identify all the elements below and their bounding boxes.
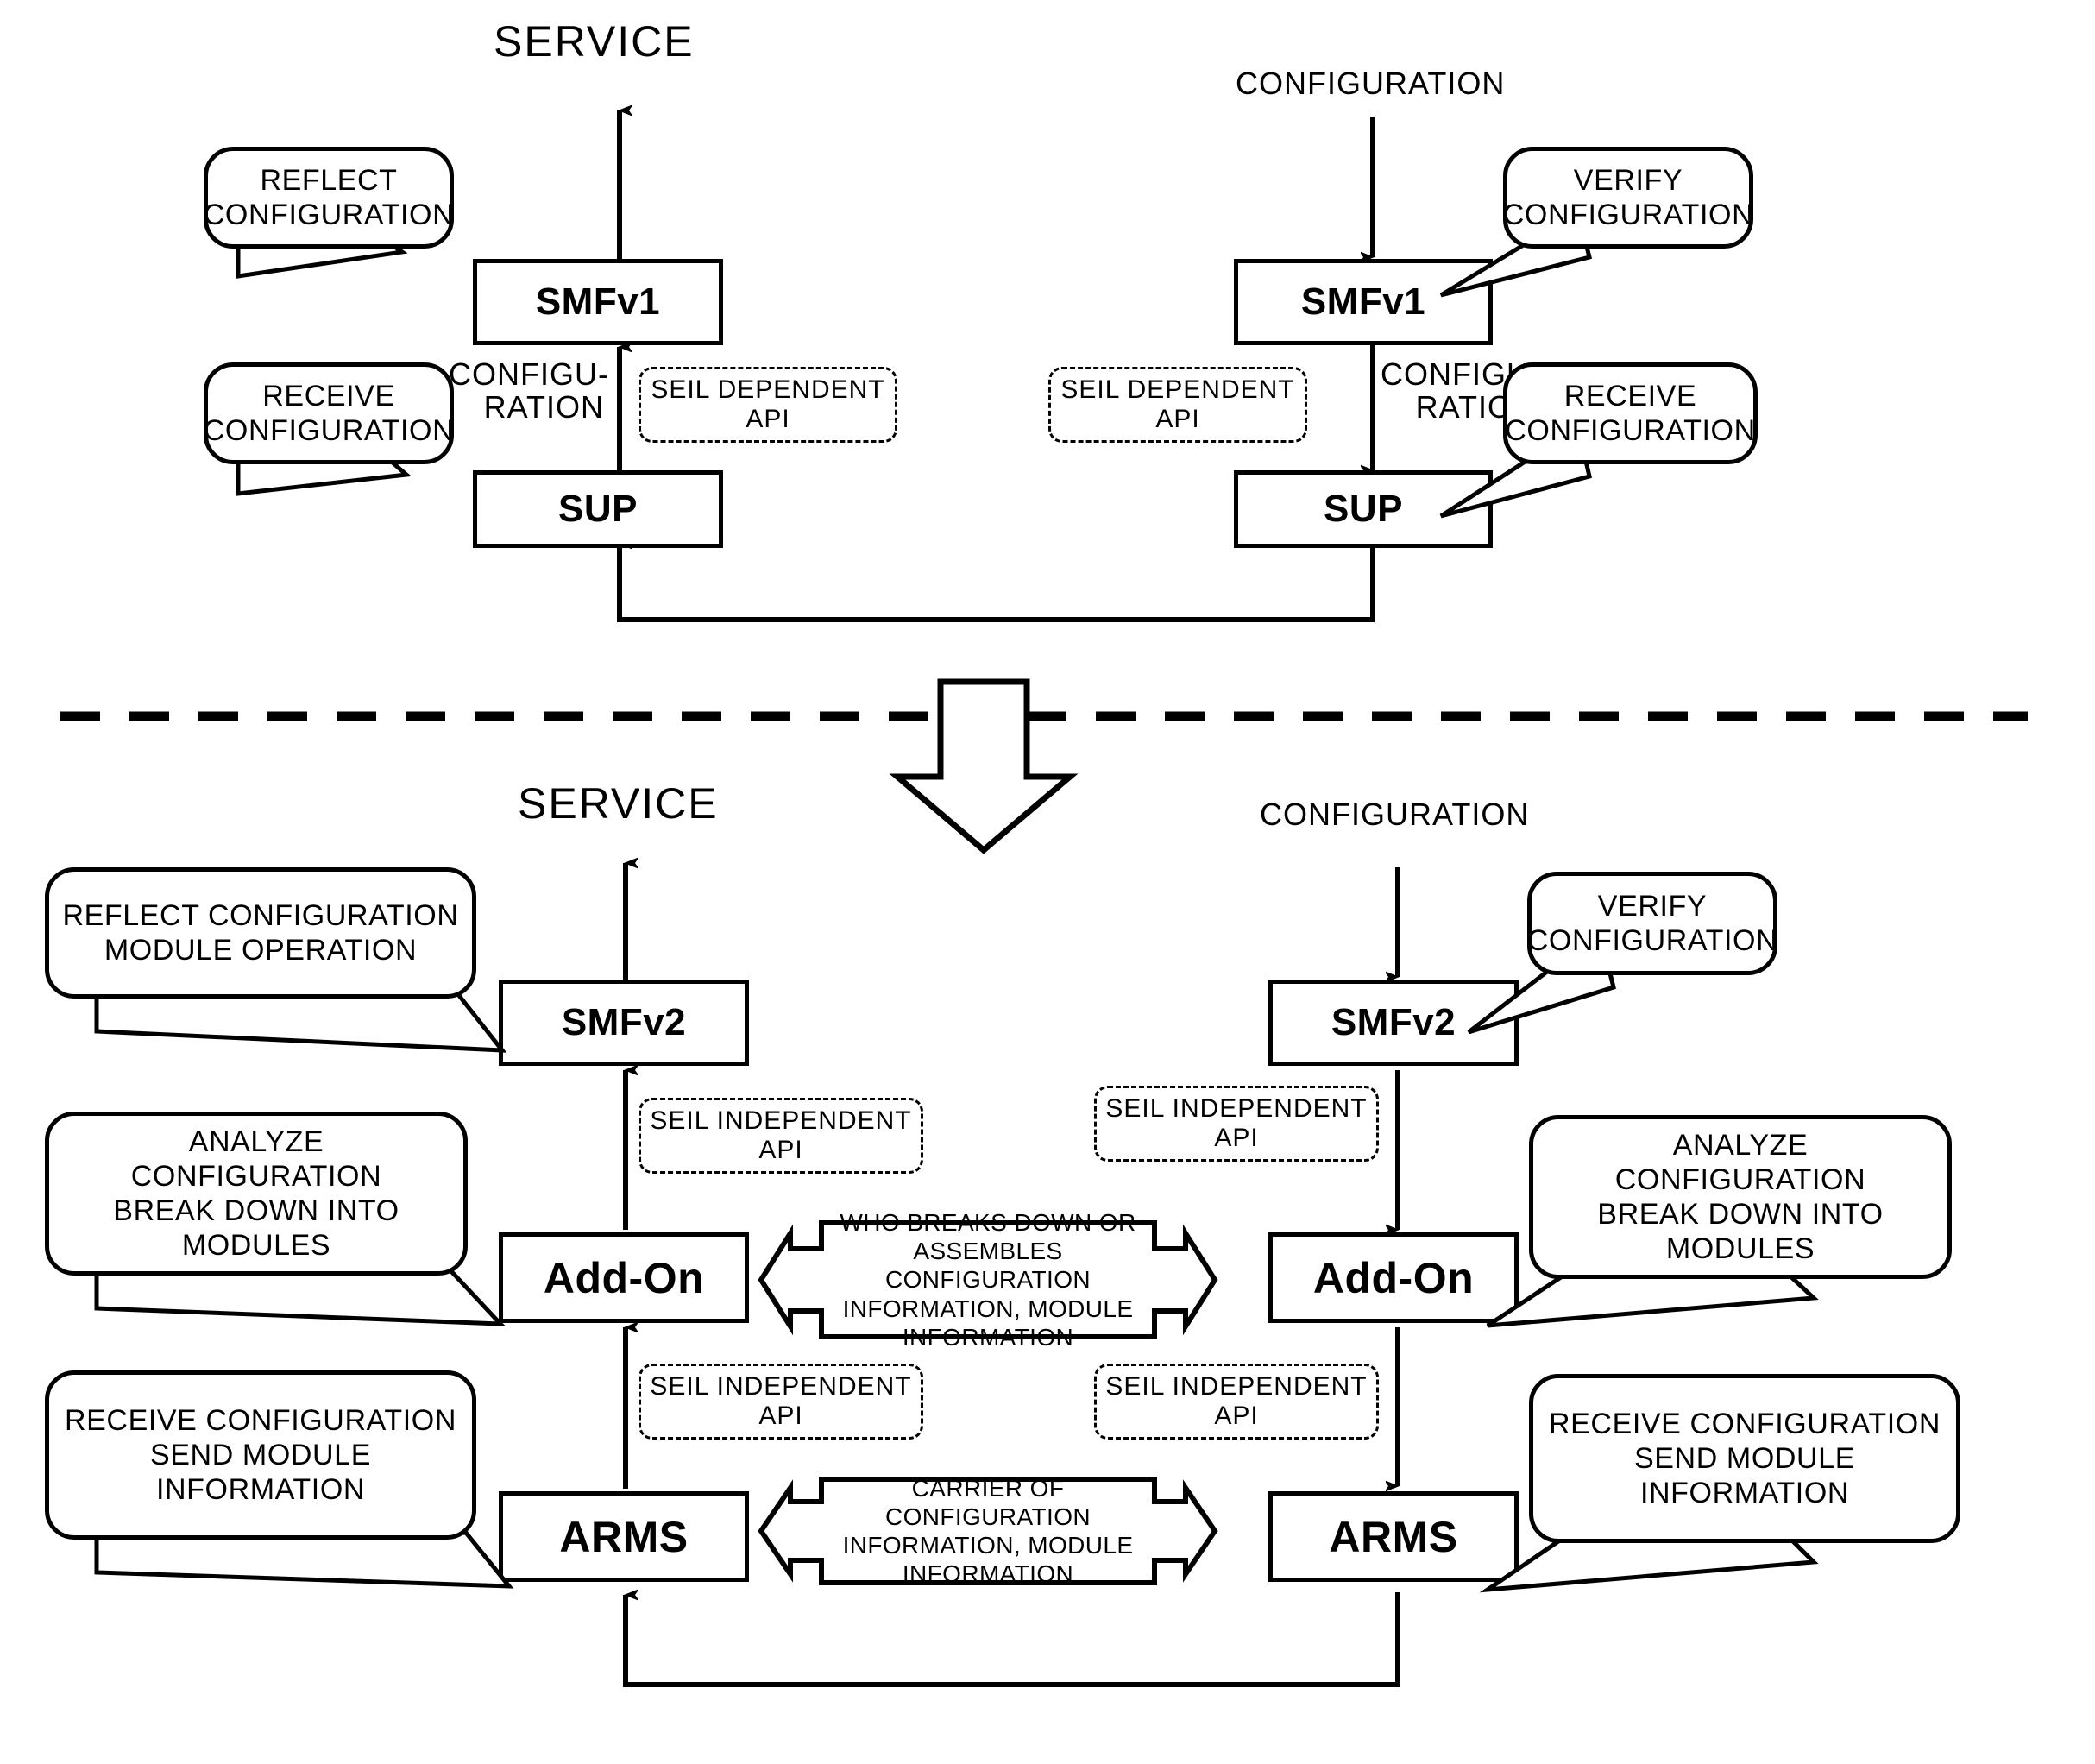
center-link-upper-text: WHO BREAKS DOWN OR ASSEMBLES CONFIGURATI…	[840, 1209, 1136, 1351]
callout-text: RECEIVE CONFIGURATION	[203, 379, 455, 447]
callout-receive-configuration-send-module-right: RECEIVE CONFIGURATION SEND MODULE INFORM…	[1479, 1374, 1960, 1593]
center-link-lower-text: CARRIER OF CONFIGURATION INFORMATION, MO…	[842, 1474, 1134, 1588]
box-smfv1-right[interactable]: SMFv1	[1234, 259, 1493, 345]
callout-text: ANALYZE CONFIGURATION BREAK DOWN INTO MO…	[1597, 1128, 1884, 1266]
box-smfv1-right-label: SMFv1	[1300, 280, 1426, 323]
box-sup-left-label: SUP	[558, 488, 638, 530]
callout-bubble: REFLECT CONFIGURATION MODULE OPERATION	[45, 867, 476, 999]
api-box-label: SEIL INDEPENDENT API	[1105, 1093, 1368, 1153]
callout-bubble: RECEIVE CONFIGURATION SEND MODULE INFORM…	[1529, 1374, 1960, 1543]
callout-reflect-configuration-module-operation: REFLECT CONFIGURATION MODULE OPERATION	[45, 867, 507, 1053]
callout-analyze-configuration-left: ANALYZE CONFIGURATION BREAK DOWN INTO MO…	[45, 1112, 506, 1326]
callout-bubble: RECEIVE CONFIGURATION SEND MODULE INFORM…	[45, 1370, 476, 1540]
configuration-label-top: CONFIGURATION	[1236, 66, 1506, 101]
box-addon-right-label: Add-On	[1312, 1253, 1475, 1302]
api-box-label: SEIL INDEPENDENT API	[650, 1371, 912, 1431]
box-arms-left-label: ARMS	[559, 1512, 689, 1561]
box-sup-left[interactable]: SUP	[473, 470, 723, 548]
api-box-label: SEIL INDEPENDENT API	[1105, 1371, 1368, 1431]
callout-text: RECEIVE CONFIGURATION SEND MODULE INFORM…	[1548, 1407, 1941, 1510]
center-link-lower: CARRIER OF CONFIGURATION INFORMATION, MO…	[758, 1474, 1218, 1588]
api-box-seil-independent-right-lower: SEIL INDEPENDENT API	[1094, 1364, 1379, 1440]
box-addon-right[interactable]: Add-On	[1268, 1232, 1519, 1323]
diagram-canvas: SERVICE CONFIGURATION CONFIGU- RATION CO…	[0, 0, 2095, 1764]
box-sup-right-label: SUP	[1324, 488, 1403, 530]
box-smfv1-left-label: SMFv1	[535, 280, 661, 323]
box-smfv2-right-label: SMFv2	[1331, 1001, 1456, 1043]
callout-bubble: VERIFY CONFIGURATION	[1527, 872, 1777, 975]
callout-text: RECEIVE CONFIGURATION	[1505, 379, 1756, 447]
callout-receive-configuration-send-module-left: RECEIVE CONFIGURATION SEND MODULE INFORM…	[45, 1370, 514, 1589]
api-box-seil-dependent-right-label: SEIL DEPENDENT API	[1060, 375, 1295, 434]
callout-receive-configuration-top-right: RECEIVE CONFIGURATION	[1439, 362, 1758, 522]
api-box-seil-dependent-left-label: SEIL DEPENDENT API	[651, 375, 885, 434]
feedback-loop-top	[617, 544, 1375, 622]
api-box-seil-dependent-right: SEIL DEPENDENT API	[1048, 367, 1307, 443]
callout-receive-configuration-top-left: RECEIVE CONFIGURATION	[204, 362, 454, 518]
callout-verify-configuration-bottom: VERIFY CONFIGURATION	[1467, 872, 1777, 1036]
feedback-loop-bottom	[623, 1592, 1400, 1687]
callout-bubble: RECEIVE CONFIGURATION	[204, 362, 454, 464]
callout-bubble: REFLECT CONFIGURATION	[204, 147, 454, 249]
callout-analyze-configuration-right: ANALYZE CONFIGURATION BREAK DOWN INTO MO…	[1486, 1115, 1952, 1328]
service-label-bottom: SERVICE	[518, 779, 719, 828]
box-arms-right-label: ARMS	[1329, 1512, 1458, 1561]
configuration-label-bottom: CONFIGURATION	[1260, 797, 1530, 832]
api-box-label: SEIL INDEPENDENT API	[650, 1106, 912, 1165]
callout-bubble: ANALYZE CONFIGURATION BREAK DOWN INTO MO…	[1529, 1115, 1952, 1279]
api-box-seil-independent-left-upper: SEIL INDEPENDENT API	[639, 1098, 923, 1174]
callout-text: RECEIVE CONFIGURATION SEND MODULE INFORM…	[64, 1403, 456, 1507]
callout-text: VERIFY CONFIGURATION	[1526, 889, 1778, 957]
box-arms-right[interactable]: ARMS	[1268, 1491, 1519, 1582]
box-addon-left[interactable]: Add-On	[499, 1232, 749, 1323]
callout-bubble: RECEIVE CONFIGURATION	[1503, 362, 1758, 464]
box-smfv2-left-label: SMFv2	[561, 1001, 687, 1043]
callout-text: VERIFY CONFIGURATION	[1502, 163, 1754, 231]
center-link-upper: WHO BREAKS DOWN OR ASSEMBLES CONFIGURATI…	[758, 1209, 1218, 1351]
callout-reflect-configuration-top: REFLECT CONFIGURATION	[204, 147, 454, 293]
callout-text: ANALYZE CONFIGURATION BREAK DOWN INTO MO…	[113, 1125, 399, 1263]
box-smfv1-left[interactable]: SMFv1	[473, 259, 723, 345]
box-addon-left-label: Add-On	[543, 1253, 705, 1302]
api-box-seil-independent-right-upper: SEIL INDEPENDENT API	[1094, 1086, 1379, 1162]
callout-bubble: ANALYZE CONFIGURATION BREAK DOWN INTO MO…	[45, 1112, 468, 1276]
callout-verify-configuration-top: VERIFY CONFIGURATION	[1439, 147, 1753, 302]
callout-bubble: VERIFY CONFIGURATION	[1503, 147, 1753, 249]
callout-text: REFLECT CONFIGURATION	[203, 163, 455, 231]
api-box-seil-independent-left-lower: SEIL INDEPENDENT API	[639, 1364, 923, 1440]
api-box-seil-dependent-left: SEIL DEPENDENT API	[639, 367, 897, 443]
callout-text: REFLECT CONFIGURATION MODULE OPERATION	[62, 898, 459, 967]
service-label-top: SERVICE	[494, 17, 695, 66]
box-smfv2-left[interactable]: SMFv2	[499, 980, 749, 1066]
transition-block-arrow	[889, 678, 1079, 854]
